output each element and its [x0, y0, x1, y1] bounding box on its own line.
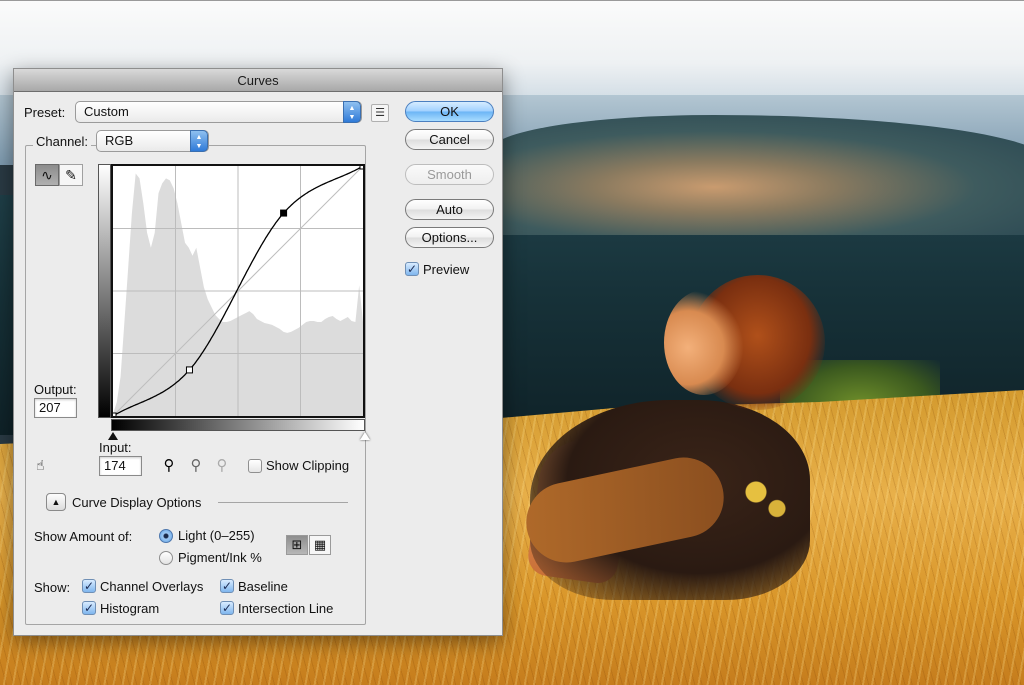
channel-value: RGB — [105, 133, 134, 148]
canvas-top-edge — [0, 0, 1024, 1]
simple-grid-button[interactable]: ⊞ — [286, 535, 308, 555]
gray-eyedropper-icon[interactable]: ⚲ — [186, 456, 206, 476]
curve-display-options-label: Curve Display Options — [72, 495, 202, 510]
photo-ridge — [490, 115, 1024, 235]
curve-point[interactable] — [359, 162, 367, 170]
histogram-label: Histogram — [100, 601, 160, 616]
preset-select[interactable]: Custom ▲ ▼ — [75, 101, 362, 123]
input-field[interactable]: 174 — [99, 456, 142, 476]
cancel-button[interactable]: Cancel — [405, 129, 494, 150]
pencil-icon: ✎ — [65, 167, 77, 183]
curve-point-selected[interactable] — [280, 209, 288, 217]
show-clipping-checkbox[interactable] — [248, 459, 262, 473]
curve-point[interactable] — [109, 412, 117, 420]
black-point-slider[interactable] — [108, 432, 118, 440]
output-label: Output: — [34, 382, 77, 397]
dialog-titlebar[interactable]: Curves — [14, 69, 502, 92]
dialog-title: Curves — [237, 73, 279, 88]
curve-plot[interactable] — [109, 162, 367, 420]
preview-checkbox[interactable]: ✓ — [405, 262, 419, 276]
pigment-ink-radio-label: Pigment/Ink % — [178, 550, 262, 565]
show-label: Show: — [34, 580, 71, 595]
preset-value: Custom — [84, 104, 129, 119]
output-gradient-bar — [98, 164, 111, 418]
channel-select[interactable]: RGB ▲ ▼ — [96, 130, 209, 152]
intersection-line-label: Intersection Line — [238, 601, 334, 616]
intersection-line-checkbox[interactable]: ✓ — [220, 601, 234, 615]
black-eyedropper-icon[interactable]: ⚲ — [159, 456, 179, 476]
channel-overlays-label: Channel Overlays — [100, 579, 204, 594]
curve-point[interactable] — [185, 366, 193, 374]
preview-label: Preview — [423, 262, 470, 277]
channel-label: Channel: — [33, 134, 92, 149]
curves-dialog: Curves Preset: Custom ▲ ▼ ☰ OK Cancel Smo… — [13, 68, 503, 636]
histogram-checkbox[interactable]: ✓ — [82, 601, 96, 615]
baseline-label: Baseline — [238, 579, 288, 594]
disclosure-triangle-icon[interactable]: ▲ — [46, 493, 66, 511]
curve-tool-icon: ∿ — [41, 167, 53, 183]
white-eyedropper-icon[interactable]: ⚲ — [212, 456, 232, 476]
light-radio-label: Light (0–255) — [178, 528, 255, 543]
photo-person-face — [664, 290, 744, 395]
photo-jacket-print — [735, 470, 805, 525]
preset-label: Preset: — [24, 105, 66, 120]
popup-arrows-icon: ▲ ▼ — [190, 130, 208, 152]
popup-arrows-icon: ▲ ▼ — [343, 101, 361, 123]
input-gradient-bar — [111, 419, 365, 431]
baseline-checkbox[interactable]: ✓ — [220, 579, 234, 593]
show-amount-label: Show Amount of: — [34, 529, 133, 544]
input-label: Input: — [99, 440, 132, 455]
pencil-tool-button[interactable]: ✎ — [59, 164, 83, 186]
pigment-ink-radio[interactable] — [159, 551, 173, 565]
channel-overlays-checkbox[interactable]: ✓ — [82, 579, 96, 593]
preset-options-menu-icon[interactable]: ☰ — [371, 104, 389, 122]
output-field[interactable]: 207 — [34, 398, 77, 418]
on-image-adjustment-hand-icon[interactable]: ☝ — [36, 457, 45, 474]
light-radio[interactable] — [159, 529, 173, 543]
options-button[interactable]: Options... — [405, 227, 494, 248]
smooth-button[interactable]: Smooth — [405, 164, 494, 185]
curve-graph[interactable] — [109, 162, 367, 420]
auto-button[interactable]: Auto — [405, 199, 494, 220]
show-clipping-label: Show Clipping — [266, 458, 350, 473]
curve-point-tool-button[interactable]: ∿ — [35, 164, 59, 186]
section-separator — [218, 502, 348, 503]
ok-button[interactable]: OK — [405, 101, 494, 122]
white-point-slider[interactable] — [360, 432, 370, 440]
detailed-grid-button[interactable]: ▦ — [309, 535, 331, 555]
